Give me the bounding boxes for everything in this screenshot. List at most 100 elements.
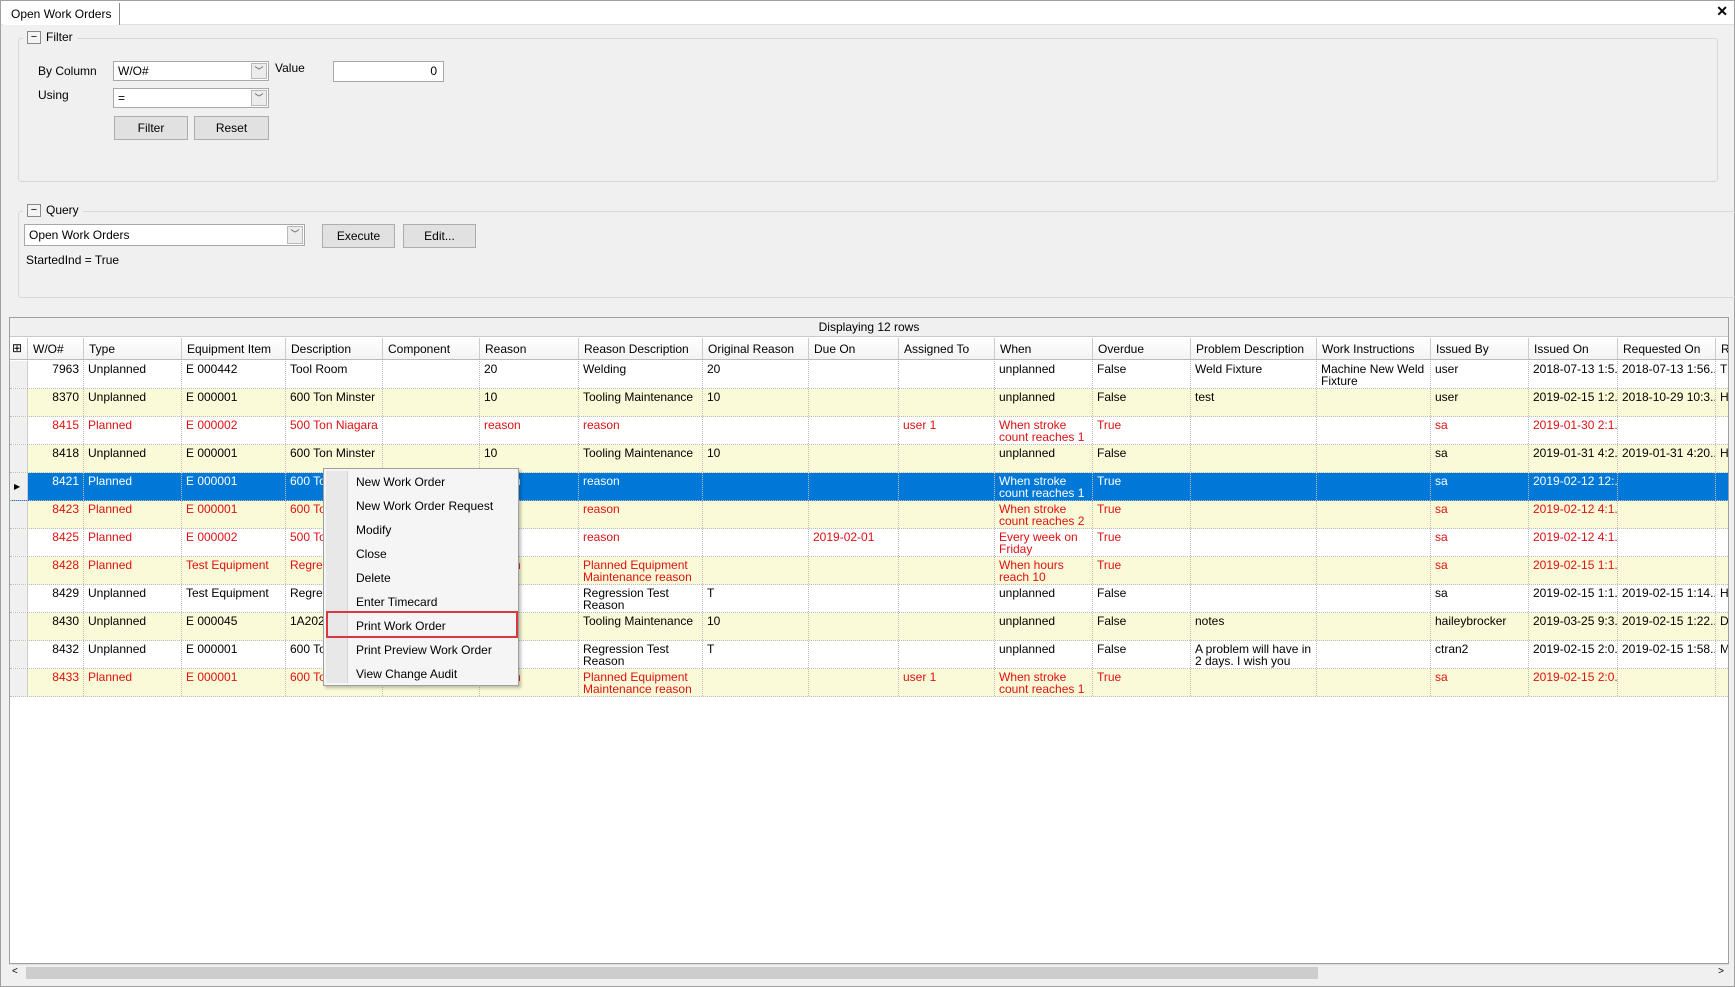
cell-r[interactable] bbox=[1716, 529, 1728, 556]
cell-r[interactable] bbox=[1716, 557, 1728, 584]
cell-reason[interactable]: reason bbox=[480, 417, 579, 444]
cell-work-instructions[interactable] bbox=[1317, 473, 1431, 500]
cell-work-instructions[interactable] bbox=[1317, 529, 1431, 556]
row-header[interactable]: ▶ bbox=[10, 473, 28, 500]
cell-overdue[interactable]: False bbox=[1093, 641, 1191, 668]
cell-issued-on[interactable]: 2019-02-12 12:... bbox=[1529, 473, 1618, 500]
cell-equipment-item[interactable]: E 000045 bbox=[182, 613, 286, 640]
cell-requested-on[interactable] bbox=[1618, 669, 1716, 696]
column-header[interactable]: Assigned To bbox=[899, 338, 995, 359]
collapse-filter-icon[interactable]: − bbox=[27, 30, 41, 44]
cell-issued-by[interactable]: sa bbox=[1431, 669, 1529, 696]
cell-problem-description[interactable] bbox=[1191, 473, 1317, 500]
scrollbar-thumb[interactable] bbox=[26, 967, 1318, 979]
cell-issued-by[interactable]: sa bbox=[1431, 473, 1529, 500]
cell-due-on[interactable] bbox=[809, 669, 899, 696]
cell-issued-on[interactable]: 2019-02-15 2:0... bbox=[1529, 641, 1618, 668]
cell-due-on[interactable] bbox=[809, 585, 899, 612]
cell-equipment-item[interactable]: E 000001 bbox=[182, 501, 286, 528]
cell-r[interactable] bbox=[1716, 473, 1728, 500]
cell-when[interactable]: When stroke count reaches 1 bbox=[995, 473, 1093, 500]
cell-r[interactable]: H bbox=[1716, 389, 1728, 416]
cell-work-instructions[interactable] bbox=[1317, 613, 1431, 640]
cell-assigned-to[interactable] bbox=[899, 501, 995, 528]
cell-issued-by[interactable]: sa bbox=[1431, 557, 1529, 584]
cell-r[interactable] bbox=[1716, 417, 1728, 444]
reset-button[interactable]: Reset bbox=[194, 116, 269, 140]
by-column-select[interactable]: W/O# ﹀ bbox=[113, 61, 269, 81]
cell-w-o[interactable]: 8428 bbox=[28, 557, 84, 584]
cell-w-o[interactable]: 8423 bbox=[28, 501, 84, 528]
cell-w-o[interactable]: 8415 bbox=[28, 417, 84, 444]
scroll-left-icon[interactable]: < bbox=[12, 966, 18, 977]
cell-overdue[interactable]: True bbox=[1093, 529, 1191, 556]
value-input[interactable]: 0 bbox=[333, 61, 444, 82]
cell-reason[interactable]: 20 bbox=[480, 361, 579, 388]
cell-problem-description[interactable] bbox=[1191, 669, 1317, 696]
cell-original-reason[interactable]: 10 bbox=[703, 445, 809, 472]
column-header[interactable]: Due On bbox=[809, 338, 899, 359]
cell-equipment-item[interactable]: E 000001 bbox=[182, 389, 286, 416]
cell-equipment-item[interactable]: E 000002 bbox=[182, 529, 286, 556]
cell-reason-description[interactable]: reason bbox=[579, 417, 703, 444]
cell-requested-on[interactable]: 2019-02-15 1:14... bbox=[1618, 585, 1716, 612]
cell-due-on[interactable] bbox=[809, 613, 899, 640]
table-row[interactable]: 8432 Unplanned E 000001 600 To Regression Te… bbox=[10, 641, 1728, 669]
using-select[interactable]: = ﹀ bbox=[113, 88, 269, 108]
menu-item-view-change-audit[interactable]: View Change Audit bbox=[356, 667, 457, 681]
cell-assigned-to[interactable] bbox=[899, 389, 995, 416]
column-header[interactable]: Issued On bbox=[1529, 338, 1618, 359]
cell-work-instructions[interactable] bbox=[1317, 669, 1431, 696]
cell-assigned-to[interactable]: user 1 bbox=[899, 417, 995, 444]
row-header[interactable] bbox=[10, 501, 28, 528]
cell-issued-by[interactable]: sa bbox=[1431, 501, 1529, 528]
row-header[interactable] bbox=[10, 557, 28, 584]
cell-type[interactable]: Unplanned bbox=[84, 585, 182, 612]
menu-item-modify[interactable]: Modify bbox=[356, 523, 391, 537]
cell-w-o[interactable]: 7963 bbox=[28, 361, 84, 388]
cell-overdue[interactable]: True bbox=[1093, 669, 1191, 696]
select-all-icon[interactable]: ⊞ bbox=[10, 338, 28, 359]
column-header[interactable]: Issued By bbox=[1431, 338, 1529, 359]
cell-issued-by[interactable]: sa bbox=[1431, 585, 1529, 612]
cell-assigned-to[interactable] bbox=[899, 361, 995, 388]
chevron-down-icon[interactable]: ﹀ bbox=[251, 90, 267, 106]
table-row[interactable]: 8425 Planned E 000002 500 To reason 2019-02-0… bbox=[10, 529, 1728, 557]
cell-equipment-item[interactable]: E 000001 bbox=[182, 669, 286, 696]
cell-component[interactable] bbox=[383, 389, 480, 416]
row-header[interactable] bbox=[10, 613, 28, 640]
chevron-down-icon[interactable]: ﹀ bbox=[251, 63, 267, 79]
cell-problem-description[interactable]: notes bbox=[1191, 613, 1317, 640]
cell-type[interactable]: Unplanned bbox=[84, 641, 182, 668]
column-header[interactable]: Reason Description bbox=[579, 338, 703, 359]
cell-problem-description[interactable] bbox=[1191, 585, 1317, 612]
cell-original-reason[interactable] bbox=[703, 417, 809, 444]
cell-work-instructions[interactable] bbox=[1317, 557, 1431, 584]
cell-w-o[interactable]: 8432 bbox=[28, 641, 84, 668]
cell-r[interactable]: H bbox=[1716, 585, 1728, 612]
cell-issued-by[interactable]: sa bbox=[1431, 445, 1529, 472]
cell-reason-description[interactable]: reason bbox=[579, 529, 703, 556]
menu-item-new-work-order[interactable]: New Work Order bbox=[356, 475, 445, 489]
cell-type[interactable]: Planned bbox=[84, 473, 182, 500]
cell-due-on[interactable] bbox=[809, 445, 899, 472]
table-row[interactable]: 8429UnplannedTest EquipmentRegres Equipm… bbox=[10, 585, 1728, 613]
cell-when[interactable]: unplanned bbox=[995, 361, 1093, 388]
row-header[interactable] bbox=[10, 389, 28, 416]
row-header[interactable] bbox=[10, 361, 28, 388]
cell-original-reason[interactable] bbox=[703, 529, 809, 556]
cell-assigned-to[interactable]: user 1 bbox=[899, 669, 995, 696]
menu-item-enter-timecard[interactable]: Enter Timecard bbox=[356, 595, 437, 609]
cell-assigned-to[interactable] bbox=[899, 641, 995, 668]
cell-original-reason[interactable] bbox=[703, 501, 809, 528]
cell-requested-on[interactable]: 2019-02-15 1:58... bbox=[1618, 641, 1716, 668]
cell-assigned-to[interactable] bbox=[899, 473, 995, 500]
cell-work-instructions[interactable] bbox=[1317, 585, 1431, 612]
column-header[interactable]: R bbox=[1716, 338, 1728, 359]
cell-original-reason[interactable]: T bbox=[703, 641, 809, 668]
cell-w-o[interactable]: 8425 bbox=[28, 529, 84, 556]
cell-overdue[interactable]: False bbox=[1093, 445, 1191, 472]
cell-when[interactable]: unplanned bbox=[995, 613, 1093, 640]
cell-original-reason[interactable] bbox=[703, 473, 809, 500]
cell-problem-description[interactable] bbox=[1191, 417, 1317, 444]
